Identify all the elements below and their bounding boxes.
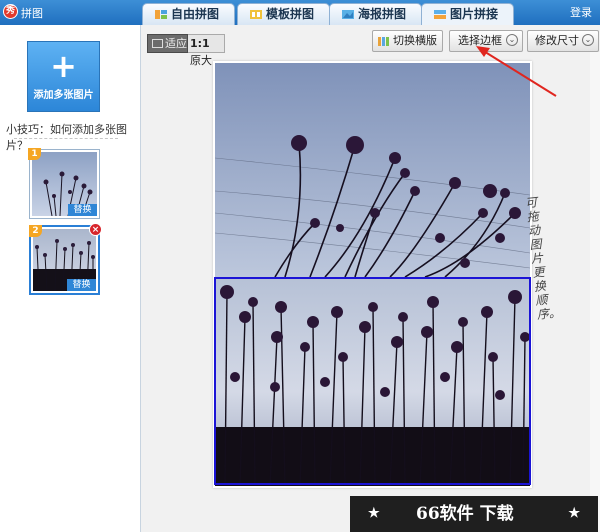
- replace-button[interactable]: 替换: [68, 204, 97, 216]
- layout-icon: [378, 37, 389, 46]
- fit-label: 适应: [165, 37, 187, 50]
- tab-label: 自由拼图: [171, 7, 220, 21]
- thumbnail-2[interactable]: 2 × 替换: [29, 223, 102, 295]
- watermark-text: 66软件 下载: [416, 504, 514, 524]
- scrollbar[interactable]: [590, 52, 600, 532]
- thumbnail-1[interactable]: 1 替换: [28, 148, 100, 219]
- ratio-label: 1:1: [190, 37, 210, 50]
- login-link[interactable]: 登录: [570, 4, 592, 20]
- canvas-workspace: 适应 1:1 原大 切换横版 选择边框 ⌄ 修改尺寸 ⌄: [141, 25, 600, 532]
- image-stitch-icon: [434, 10, 446, 19]
- image-list-panel: + 添加多张图片 小技巧：如何添加多张图片？ 1 替换 2 × 替换: [0, 25, 141, 532]
- tab-poster-collage[interactable]: 海报拼图: [329, 3, 422, 25]
- poster-collage-icon: [342, 10, 354, 19]
- tab-label: 模板拼图: [266, 7, 315, 21]
- tab-label: 图片拼接: [450, 7, 499, 21]
- replace-button[interactable]: 替换: [67, 279, 96, 291]
- chevron-down-icon: ⌄: [582, 34, 594, 46]
- annotation-arrow-icon: [476, 46, 557, 97]
- thumbnail-index-badge: 2: [29, 225, 42, 237]
- thumbnail-index-badge: 1: [28, 148, 41, 160]
- tab-template-collage[interactable]: 模板拼图: [237, 3, 330, 25]
- switch-landscape-button[interactable]: 切换横版: [372, 30, 443, 52]
- template-collage-icon: [250, 10, 262, 19]
- add-images-button[interactable]: + 添加多张图片: [27, 41, 100, 112]
- stitch-canvas: [213, 61, 532, 488]
- title-bar: 秀 拼图 自由拼图 模板拼图 海报拼图 图片拼接 登录: [0, 0, 600, 25]
- star-icon: ★: [568, 506, 580, 521]
- add-images-label: 添加多张图片: [33, 90, 94, 101]
- selection-frame: [214, 277, 531, 485]
- fit-icon: [152, 39, 163, 48]
- original-size-button[interactable]: 1:1 原大: [188, 34, 225, 67]
- remove-image-icon[interactable]: ×: [89, 223, 102, 236]
- tab-image-stitch[interactable]: 图片拼接: [421, 3, 514, 25]
- site-watermark: ★ 66软件 下载 ★: [350, 496, 598, 532]
- original-size-label: 原大: [190, 54, 212, 67]
- app-logo-icon: 秀: [3, 4, 18, 19]
- switch-landscape-label: 切换横版: [393, 34, 437, 47]
- fit-view-button[interactable]: 适应: [147, 34, 188, 53]
- plus-icon: +: [50, 47, 77, 85]
- tab-free-collage[interactable]: 自由拼图: [142, 3, 235, 25]
- star-icon: ★: [368, 506, 380, 521]
- free-collage-icon: [155, 10, 167, 19]
- divider: [14, 138, 118, 139]
- app-title: 拼图: [21, 7, 43, 20]
- tab-label: 海报拼图: [358, 7, 407, 21]
